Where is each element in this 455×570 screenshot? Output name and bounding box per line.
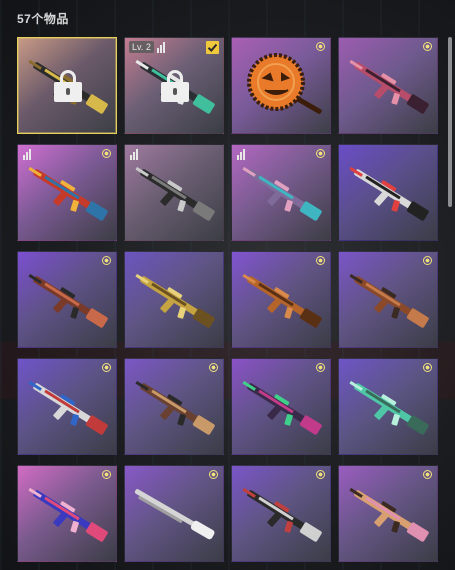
weapon-image (28, 380, 108, 435)
inventory-item[interactable] (124, 251, 224, 348)
weapon-image (28, 487, 108, 542)
weapon-image (247, 53, 322, 114)
weapon-image (349, 487, 429, 542)
weapon-image (242, 380, 322, 435)
weapon-image (349, 166, 429, 221)
rarity-indicator-icon (316, 470, 325, 479)
rarity-indicator-icon (423, 470, 432, 479)
inventory-item[interactable] (17, 465, 117, 562)
quality-bars-icon (237, 149, 249, 160)
inventory-item[interactable] (124, 144, 224, 241)
inventory-item[interactable] (231, 37, 331, 134)
inventory-item[interactable] (338, 358, 438, 455)
lock-icon (161, 70, 191, 102)
inventory-item[interactable] (17, 144, 117, 241)
weapon-image (242, 273, 322, 328)
inventory-grid: Lv. 2 (17, 37, 441, 570)
inventory-item[interactable] (17, 251, 117, 348)
inventory-scrollbar[interactable] (448, 37, 452, 207)
rarity-indicator-icon (102, 256, 111, 265)
inventory-item[interactable] (124, 465, 224, 562)
inventory-item[interactable] (231, 144, 331, 241)
rarity-indicator-icon (102, 470, 111, 479)
rarity-indicator-icon (102, 149, 111, 158)
weapon-image (135, 380, 215, 435)
weapon-image (242, 487, 322, 542)
weapon-image (135, 273, 215, 328)
inventory-item[interactable] (17, 37, 117, 134)
inventory-item[interactable] (338, 251, 438, 348)
inventory-item[interactable] (338, 465, 438, 562)
quality-bars-icon (23, 149, 35, 160)
inventory-item[interactable] (124, 358, 224, 455)
inventory-item[interactable] (338, 144, 438, 241)
inventory-item[interactable] (231, 358, 331, 455)
rarity-indicator-icon (316, 42, 325, 51)
weapon-image (134, 489, 215, 540)
inventory-item[interactable] (231, 465, 331, 562)
rarity-indicator-icon (316, 256, 325, 265)
rarity-indicator-icon (316, 363, 325, 372)
weapon-image (349, 59, 429, 114)
item-count-label: 57个物品 (17, 12, 69, 26)
rarity-indicator-icon (209, 363, 218, 372)
weapon-image (349, 273, 429, 328)
weapon-image (349, 380, 429, 435)
rarity-indicator-icon (423, 256, 432, 265)
rarity-indicator-icon (102, 363, 111, 372)
rarity-indicator-icon (316, 149, 325, 158)
rarity-indicator-icon (209, 470, 218, 479)
inventory-item[interactable] (17, 358, 117, 455)
inventory-item[interactable] (338, 37, 438, 134)
equipped-check-icon (206, 41, 219, 54)
quality-bars-icon (130, 149, 142, 160)
rarity-indicator-icon (423, 363, 432, 372)
inventory-item[interactable]: Lv. 2 (124, 37, 224, 134)
lock-icon (54, 70, 84, 102)
rarity-indicator-icon (423, 42, 432, 51)
quality-bars-icon (157, 42, 169, 53)
inventory-item[interactable] (231, 251, 331, 348)
level-badge: Lv. 2 (129, 41, 154, 53)
weapon-image (28, 273, 108, 328)
